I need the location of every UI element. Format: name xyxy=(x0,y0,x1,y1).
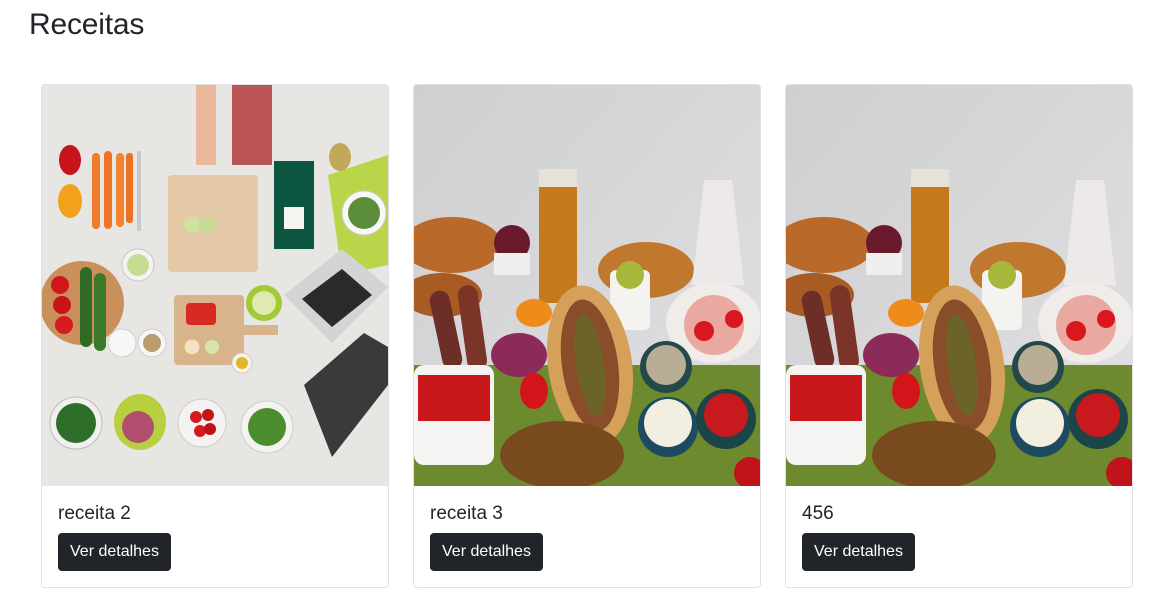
recipe-image xyxy=(42,85,388,486)
recipe-image xyxy=(414,85,760,486)
recipe-card: receita 2 Ver detalhes xyxy=(41,84,389,588)
recipe-card: receita 3 Ver detalhes xyxy=(413,84,761,588)
page-title: Receitas xyxy=(29,8,145,41)
view-details-button[interactable]: Ver detalhes xyxy=(58,533,171,571)
turkish-food-spread-photo xyxy=(414,85,760,486)
kitchen-prep-photo xyxy=(42,85,388,486)
turkish-food-spread-photo xyxy=(786,85,1132,486)
view-details-button[interactable]: Ver detalhes xyxy=(802,533,915,571)
recipe-card: 456 Ver detalhes xyxy=(785,84,1133,588)
recipe-title: 456 xyxy=(802,503,834,524)
recipe-image xyxy=(786,85,1132,486)
recipe-title: receita 3 xyxy=(430,503,503,524)
recipe-title: receita 2 xyxy=(58,503,131,524)
view-details-button[interactable]: Ver detalhes xyxy=(430,533,543,571)
